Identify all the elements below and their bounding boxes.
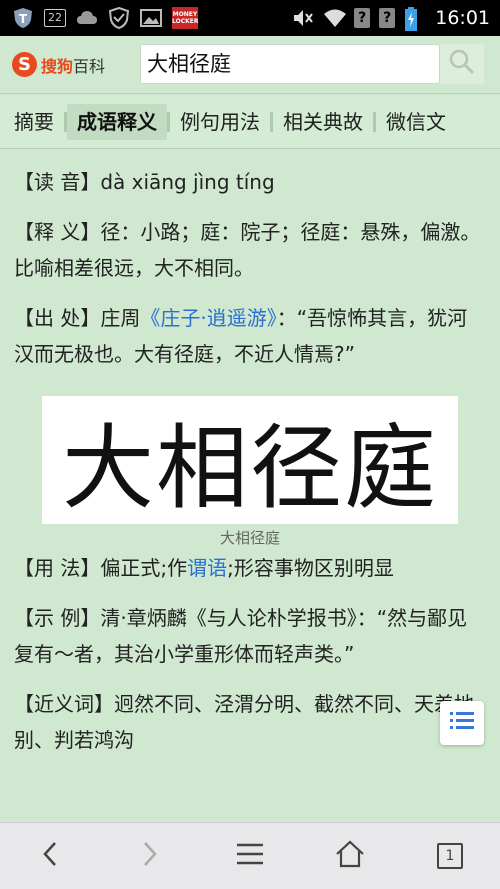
forward-icon <box>139 840 161 872</box>
source-label: 【出 处】 <box>14 306 101 330</box>
tab-count: 1 <box>445 848 455 864</box>
pronunciation-text: dà xiāng jìng tíng <box>100 170 275 194</box>
shield-t-icon: T <box>12 7 34 29</box>
forward-button[interactable] <box>120 826 180 886</box>
clock-time: 16:01 <box>435 7 490 29</box>
mute-icon <box>292 7 314 29</box>
meaning-label: 【释 义】 <box>14 220 101 244</box>
sogou-baike-logo[interactable]: S 搜狗百科 <box>0 52 138 77</box>
source-row: 【出 处】庄周《庄子·逍遥游》：“吾惊怖其言，犹河汉而无极也。大有径庭，不近人情… <box>14 300 486 372</box>
usage-post: ;形容事物区别明显 <box>227 556 394 580</box>
logo-brand: 搜狗 <box>41 56 74 76</box>
svg-text:T: T <box>19 12 28 26</box>
pronunciation-row: 【读 音】dà xiāng jìng tíng <box>14 164 486 200</box>
usage-pre: 偏正式;作 <box>100 556 188 580</box>
tab-example-usage[interactable]: 例句用法 <box>170 104 270 140</box>
usage-label: 【用 法】 <box>14 556 101 580</box>
example-row: 【示 例】清·章炳麟《与人论朴学报书》：“然与鄙见复有～者，其治小学重形体而轻声… <box>14 600 486 672</box>
synonyms-row: 【近义词】迥然不同、泾渭分明、截然不同、天差地别、判若鸿沟 <box>14 686 486 758</box>
entry-content: 【读 音】dà xiāng jìng tíng 【释 义】径：小路；庭：院子；径… <box>0 150 500 822</box>
section-tabs: 摘要 成语释义 例句用法 相关典故 微信文 <box>0 95 500 149</box>
pronunciation-label: 【读 音】 <box>14 170 101 194</box>
tab-wechat[interactable]: 微信文 <box>376 104 456 140</box>
wifi-icon <box>323 7 347 29</box>
list-icon <box>450 710 474 736</box>
image-icon <box>140 7 162 29</box>
idiom-image-caption: 大相径庭 <box>219 529 280 547</box>
notification-count-badge: 22 <box>44 9 66 27</box>
status-bar: T 22 MONEY LOCKER ? ? 16:01 <box>0 0 500 36</box>
cloud-icon <box>76 7 98 29</box>
synonyms-label: 【近义词】 <box>14 692 114 716</box>
shield-check-icon <box>108 6 130 30</box>
tab-summary[interactable]: 摘要 <box>0 104 64 140</box>
money-locker-icon: MONEY LOCKER <box>172 7 198 29</box>
tab-related-allusions[interactable]: 相关典故 <box>273 104 373 140</box>
example-label: 【示 例】 <box>14 606 101 630</box>
back-icon <box>39 840 61 872</box>
home-button[interactable] <box>320 826 380 886</box>
source-book-link[interactable]: 《庄子·逍遥游》 <box>140 306 276 330</box>
usage-link[interactable]: 谓语 <box>187 556 227 580</box>
menu-icon <box>236 842 264 870</box>
usage-row: 【用 法】偏正式;作谓语;形容事物区别明显 <box>14 550 486 586</box>
app-header: S 搜狗百科 大相径庭 <box>0 36 500 94</box>
back-button[interactable] <box>20 826 80 886</box>
logo-suffix: 百科 <box>73 56 106 76</box>
battery-charging-icon <box>404 7 426 31</box>
tab-idiom-meaning[interactable]: 成语释义 <box>67 103 167 140</box>
sim1-unknown-icon: ? <box>354 8 371 28</box>
browser-bottom-bar: 1 <box>0 822 500 889</box>
source-author: 庄周 <box>100 306 141 330</box>
idiom-image[interactable]: 大相径庭 <box>42 396 458 524</box>
sim2-unknown-icon: ? <box>379 8 396 28</box>
search-button[interactable] <box>440 44 484 84</box>
idiom-image-text: 大相径庭 <box>61 414 438 522</box>
tabs-button[interactable]: 1 <box>420 826 480 886</box>
meaning-row: 【释 义】径：小路；庭：院子；径庭：悬殊，偏激。比喻相差很远，大不相同。 <box>14 214 486 286</box>
menu-button[interactable] <box>220 826 280 886</box>
tabs-icon: 1 <box>437 843 463 869</box>
table-of-contents-button[interactable] <box>440 701 484 745</box>
sogou-logo-icon: S <box>12 52 37 77</box>
search-input[interactable]: 大相径庭 <box>140 44 440 84</box>
search-icon <box>448 48 476 80</box>
home-icon <box>335 840 365 872</box>
